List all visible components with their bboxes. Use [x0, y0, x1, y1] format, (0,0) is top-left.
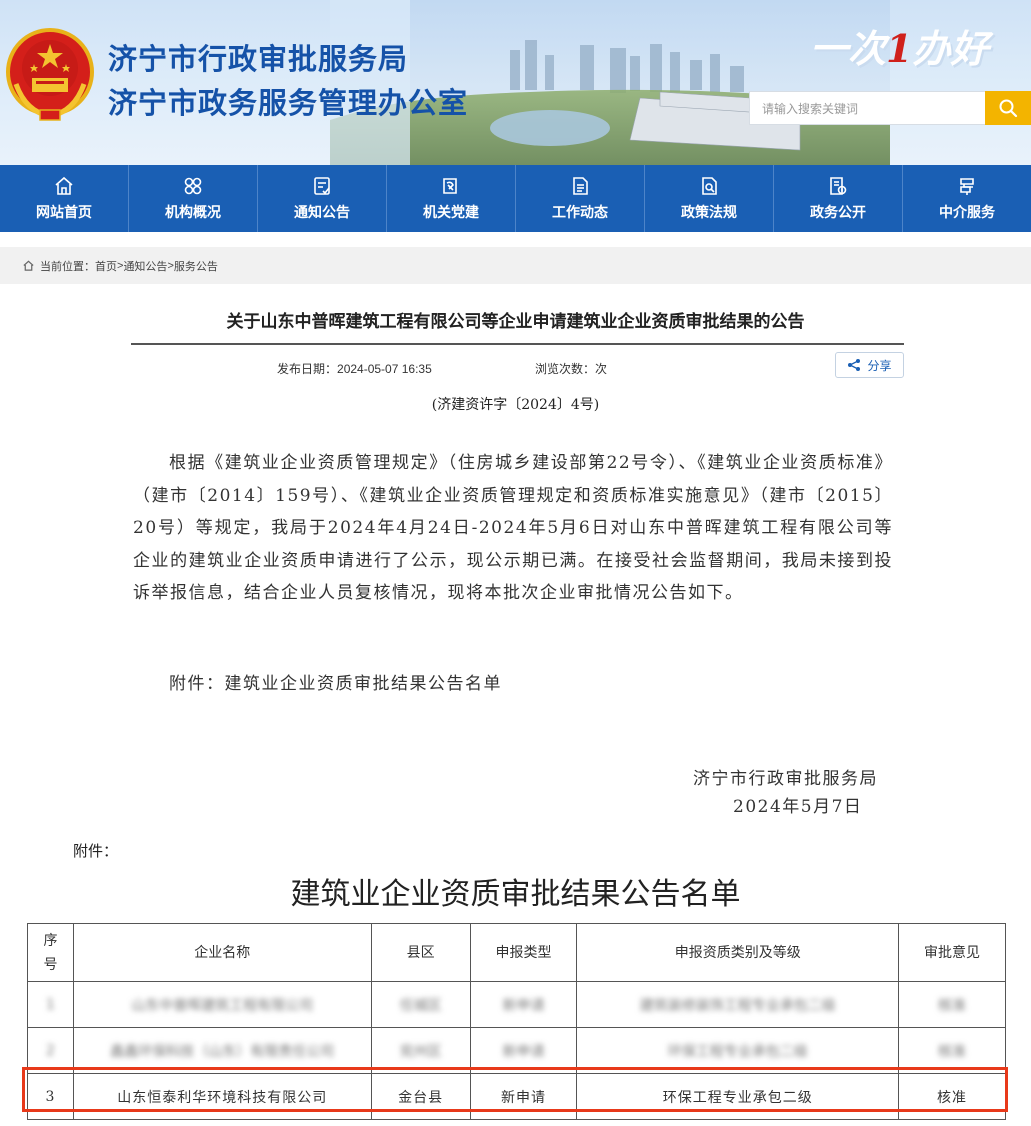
table-row: 2 鑫鑫环保科技（山东）有限责任公司 兖州区 新申请 环保工程专业承包二级 核准: [27, 1027, 1006, 1074]
cell-district: 兖州区: [370, 1027, 471, 1074]
nav-label: 机关党建: [423, 205, 479, 221]
share-icon: [848, 359, 861, 371]
cell-type: 新申请: [469, 1027, 578, 1074]
cell-opinion: 核准: [898, 981, 1006, 1028]
col-header-company: 企业名称: [72, 923, 372, 982]
title-divider: [131, 343, 904, 345]
nav-label: 通知公告: [294, 205, 350, 221]
nav-label: 网站首页: [36, 205, 92, 221]
nav-label: 机构概况: [165, 205, 221, 221]
share-button[interactable]: 分享: [835, 352, 904, 378]
nav-item-gov-open[interactable]: 政务公开: [774, 165, 903, 232]
slogan-text-pre: 一次: [810, 26, 887, 71]
col-header-district: 县区: [370, 923, 471, 982]
party-icon: [443, 178, 457, 194]
service-icon: [960, 178, 974, 195]
breadcrumb-prefix: 当前位置：: [40, 260, 95, 273]
cell-index: 2: [27, 1027, 74, 1074]
cell-index: 1: [27, 981, 74, 1028]
home-icon: [55, 176, 73, 195]
cell-type: 新申请: [469, 1073, 578, 1120]
cell-qualification: 环保工程专业承包二级: [576, 1073, 900, 1120]
cell-qualification: 建筑装修装饰工程专业承包二级: [576, 981, 900, 1028]
signature-date: 2024年5月7日: [733, 797, 863, 817]
slogan-number: 1: [886, 26, 913, 71]
location-home-icon: [23, 260, 34, 271]
breadcrumb-service[interactable]: 服务公告: [174, 258, 218, 274]
cell-company: 山东中普晖建筑工程有限公司: [72, 981, 372, 1028]
site-title-line2: 济宁市政务服务管理办公室: [108, 86, 469, 120]
policy-icon: [702, 177, 717, 195]
nav-item-service[interactable]: 中介服务: [903, 165, 1031, 232]
cell-index: 3: [27, 1073, 74, 1120]
cell-company: 鑫鑫环保科技（山东）有限责任公司: [72, 1027, 372, 1074]
nav-item-party[interactable]: 机关党建: [387, 165, 516, 232]
cell-district: 任城区: [370, 981, 471, 1028]
table-row: 1 山东中普晖建筑工程有限公司 任城区 新申请 建筑装修装饰工程专业承包二级 核…: [27, 981, 1006, 1028]
nav-label: 工作动态: [552, 205, 608, 221]
col-header-qualification: 申报资质类别及等级: [576, 923, 900, 982]
nav-item-policy[interactable]: 政策法规: [645, 165, 774, 232]
attachment-link[interactable]: 附件：建筑业企业资质审批结果公告名单: [169, 669, 502, 694]
site-title-line1: 济宁市行政审批服务局: [108, 42, 409, 76]
search-icon: [999, 99, 1018, 118]
breadcrumb: 当前位置： 首页 > 通知公告 > 服务公告: [0, 247, 1031, 284]
cell-district: 金台县: [370, 1073, 471, 1120]
cell-type: 新申请: [469, 981, 578, 1028]
document-icon: [573, 177, 588, 195]
national-emblem-icon: [6, 28, 94, 121]
search-button[interactable]: [985, 91, 1031, 125]
annex-title: 建筑业企业资质审批结果公告名单: [290, 877, 741, 912]
nav-item-org[interactable]: 机构概况: [129, 165, 258, 232]
cell-opinion: 核准: [898, 1027, 1006, 1074]
header-text: 序号: [43, 932, 58, 973]
document-number: (济建资许字〔2024〕4号): [431, 397, 600, 413]
gov-open-icon: [830, 177, 847, 195]
views-value: 次: [595, 362, 608, 376]
publish-label: 发布日期：: [277, 362, 338, 376]
breadcrumb-notice[interactable]: 通知公告: [123, 258, 167, 274]
publish-date: 发布日期：2024-05-07 16:35: [277, 360, 432, 377]
org-icon: [184, 177, 202, 195]
nav-item-work[interactable]: 工作动态: [516, 165, 645, 232]
col-header-type: 申报类型: [469, 923, 578, 982]
article-title: 关于山东中普晖建筑工程有限公司等企业申请建筑业企业资质审批结果的公告: [226, 312, 805, 332]
col-header-opinion: 审批意见: [898, 923, 1006, 982]
slogan-text-post: 办好: [912, 26, 989, 71]
annex-label: 附件：: [73, 842, 119, 860]
col-header-index: 序号: [27, 923, 74, 982]
nav-label: 政务公开: [810, 205, 866, 221]
header-banner: 济宁市行政审批服务局 济宁市政务服务管理办公室 一次1办好 请输入搜索关键词: [0, 0, 1031, 165]
main-nav: 网站首页 机构概况 通知公告 机关党建 工作动态 政策法规 政务公开 中介服务: [0, 165, 1031, 232]
article-body: 根据《建筑业企业资质管理规定》（住房城乡建设部第22号令）、《建筑业企业资质标准…: [133, 453, 893, 603]
view-count: 浏览次数：次: [535, 360, 607, 377]
cell-opinion: 核准: [898, 1073, 1006, 1120]
nav-label: 中介服务: [939, 205, 995, 221]
search-input[interactable]: 请输入搜索关键词: [749, 91, 986, 125]
views-label: 浏览次数：: [535, 362, 596, 376]
cell-qualification: 环保工程专业承包二级: [576, 1027, 900, 1074]
nav-item-notice[interactable]: 通知公告: [258, 165, 387, 232]
signature-org: 济宁市行政审批服务局: [693, 769, 878, 789]
nav-item-home[interactable]: 网站首页: [0, 165, 129, 232]
table-row-highlighted: 3 山东恒泰利华环境科技有限公司 金台县 新申请 环保工程专业承包二级 核准: [27, 1073, 1006, 1120]
breadcrumb-home[interactable]: 首页: [95, 258, 117, 274]
table-header-row: 序号 企业名称 县区 申报类型 申报资质类别及等级 审批意见: [27, 923, 1006, 982]
publish-value: 2024-05-07 16:35: [337, 362, 432, 376]
cell-company: 山东恒泰利华环境科技有限公司: [72, 1073, 372, 1120]
slogan-logo: 一次1办好: [810, 18, 990, 82]
notice-icon: [314, 177, 330, 195]
nav-label: 政策法规: [681, 205, 737, 221]
result-table: 序号 企业名称 县区 申报类型 申报资质类别及等级 审批意见 1 山东中普晖建筑…: [27, 923, 1006, 1120]
share-label: 分享: [867, 358, 892, 373]
